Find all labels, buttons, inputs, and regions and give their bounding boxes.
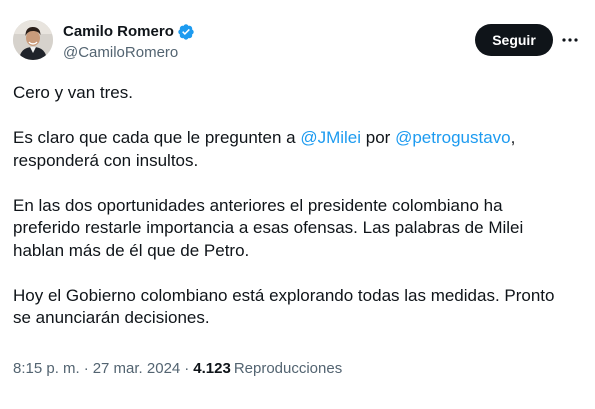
follow-button[interactable]: Seguir: [475, 24, 553, 56]
views-count[interactable]: 4.123: [193, 359, 231, 379]
tweet-paragraph: Cero y van tres.: [13, 82, 583, 105]
author-block: Camilo Romero @CamiloRomero: [63, 22, 195, 63]
tweet-line: Hoy el Gobierno colombiano está exploran…: [13, 285, 555, 305]
more-options-button[interactable]: [561, 31, 579, 49]
tweet-line: En las dos oportunidades anteriores el p…: [13, 195, 503, 215]
tweet-paragraph: En las dos oportunidades anteriores el p…: [13, 195, 583, 263]
views-label[interactable]: Reproducciones: [234, 359, 342, 379]
tweet-text-segment: por: [361, 128, 396, 147]
tweet-line: Es claro que cada que le pregunten a @JM…: [13, 127, 583, 150]
tweet-line: se anunciarán decisiones.: [13, 308, 210, 327]
user-handle[interactable]: @CamiloRomero: [63, 43, 195, 63]
display-name[interactable]: Camilo Romero: [63, 22, 174, 42]
avatar-image: [13, 20, 53, 60]
tweet-card: Camilo Romero @CamiloRomero Seguir Cero …: [0, 0, 595, 409]
mention-link-jmilei[interactable]: @JMilei: [300, 128, 361, 147]
avatar[interactable]: [13, 20, 53, 60]
meta-separator: ·: [184, 360, 190, 377]
verified-badge-icon[interactable]: [177, 23, 195, 41]
tweet-time[interactable]: 8:15 p. m.: [13, 359, 80, 379]
tweet-paragraph: Hoy el Gobierno colombiano está exploran…: [13, 285, 583, 330]
tweet-line: preferido restarle importancia a esas of…: [13, 218, 524, 237]
tweet-text: Cero y van tres. Es claro que cada que l…: [13, 82, 583, 330]
more-dots-icon: [562, 38, 578, 42]
name-row: Camilo Romero: [63, 22, 195, 42]
tweet-text-segment: Es claro que cada que le pregunten a: [13, 128, 301, 147]
mention-link-petrogustavo[interactable]: @petrogustavo: [395, 128, 511, 147]
tweet-date[interactable]: 27 mar. 2024: [93, 359, 181, 379]
tweet-line: hablan más de él que de Petro.: [13, 240, 250, 260]
meta-separator: ·: [83, 360, 89, 377]
tweet-line: Cero y van tres.: [13, 83, 133, 102]
tweet-meta: 8:15 p. m. · 27 mar. 2024 · 4.123 Reprod…: [13, 359, 342, 379]
tweet-text-segment: ,: [510, 128, 516, 147]
tweet-line: responderá con insultos.: [13, 150, 199, 170]
tweet-paragraph: Es claro que cada que le pregunten a @JM…: [13, 127, 583, 172]
